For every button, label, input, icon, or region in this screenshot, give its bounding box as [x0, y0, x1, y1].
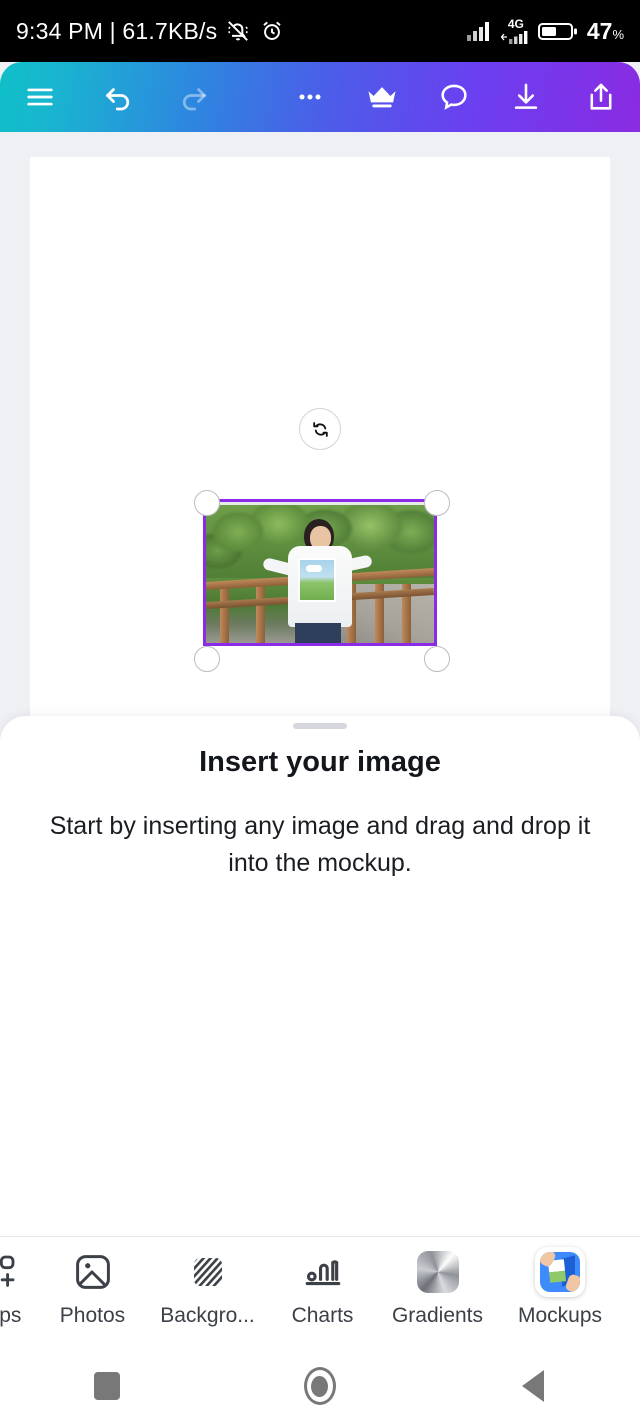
- signal-bars-icon: [466, 20, 494, 42]
- menu-button[interactable]: [0, 80, 80, 114]
- status-bar-right: 4G 47%: [466, 18, 624, 45]
- tool-tab-charts[interactable]: Charts: [265, 1249, 380, 1328]
- bottom-sheet[interactable]: Insert your image Start by inserting any…: [0, 716, 640, 1236]
- bar-chart-icon: [302, 1249, 344, 1295]
- more-options-button[interactable]: [274, 81, 346, 113]
- resize-handle-bottom-left[interactable]: [194, 646, 220, 672]
- share-button[interactable]: [562, 80, 640, 114]
- download-button[interactable]: [490, 80, 562, 114]
- canvas-area[interactable]: [0, 132, 640, 722]
- tool-tab-backgrounds[interactable]: Backgro...: [150, 1249, 265, 1328]
- app-root: 9:34 PM | 61.7KB/s 4G 47% Insert your im…: [0, 0, 640, 1422]
- battery-icon: [537, 20, 578, 42]
- tool-tab-bar: Apps Photos: [0, 1236, 640, 1350]
- network-type-label: 4G: [507, 16, 524, 31]
- background-pattern-icon: [187, 1249, 229, 1295]
- status-bar-left: 9:34 PM | 61.7KB/s: [16, 18, 285, 45]
- recents-icon: [93, 1372, 120, 1400]
- photo-icon: [72, 1249, 114, 1295]
- battery-percent: 47%: [587, 18, 624, 45]
- mockups-app-icon: [535, 1247, 585, 1297]
- tool-tab-label: Gradients: [391, 1304, 484, 1327]
- battery-percent-value: 47: [586, 17, 613, 44]
- undo-button[interactable]: [80, 79, 156, 115]
- comment-button[interactable]: [418, 80, 490, 114]
- selected-image[interactable]: [203, 499, 437, 646]
- rotate-icon: [312, 421, 328, 437]
- bell-muted-icon: [225, 18, 251, 44]
- comment-icon: [441, 84, 467, 110]
- sheet-description: Start by inserting any image and drag an…: [49, 812, 591, 877]
- tool-tab-mockups[interactable]: Mockups: [495, 1247, 625, 1328]
- tool-tab-label: Photos: [59, 1304, 126, 1327]
- photo-content: [206, 502, 434, 643]
- sheet-drag-handle[interactable]: [293, 723, 347, 729]
- app-toolbar: [0, 62, 640, 132]
- tool-tab-label: Charts: [291, 1304, 354, 1327]
- resize-handle-top-left[interactable]: [194, 490, 220, 516]
- resize-handle-top-right[interactable]: [424, 490, 450, 516]
- rotate-handle-button[interactable]: [299, 408, 341, 450]
- apps-grid-plus-icon: [0, 1249, 18, 1295]
- redo-icon: [182, 88, 206, 111]
- sheet-title: Insert your image: [199, 746, 441, 778]
- more-options-icon: [299, 94, 321, 100]
- resize-handle-bottom-right[interactable]: [424, 646, 450, 672]
- tool-tab-gradients[interactable]: Gradients: [380, 1249, 495, 1328]
- tool-tab-label: Mockups: [517, 1304, 603, 1327]
- tool-tab-label: Backgro...: [160, 1304, 255, 1327]
- menu-icon: [27, 88, 53, 106]
- network-type-indicator: 4G: [500, 16, 531, 44]
- alarm-clock-icon: [259, 18, 285, 44]
- status-time-and-network-speed: 9:34 PM | 61.7KB/s: [16, 17, 218, 44]
- undo-icon: [106, 88, 130, 111]
- back-button[interactable]: [427, 1370, 640, 1402]
- redo-button[interactable]: [156, 79, 232, 115]
- share-icon: [590, 83, 612, 110]
- android-nav-bar: [0, 1350, 640, 1422]
- download-icon: [514, 83, 538, 109]
- back-icon: [522, 1370, 545, 1402]
- home-button[interactable]: [213, 1367, 426, 1405]
- tool-tab-label: Apps: [0, 1304, 22, 1327]
- gradient-swatch-icon: [416, 1249, 459, 1295]
- premium-button[interactable]: [346, 79, 418, 115]
- tool-tab-photos[interactable]: Photos: [35, 1249, 150, 1328]
- signal-bars-secondary-icon: [500, 30, 528, 44]
- tool-tab-apps[interactable]: Apps: [0, 1249, 35, 1328]
- battery-percent-unit: %: [612, 26, 624, 42]
- recents-button[interactable]: [0, 1372, 213, 1400]
- home-icon: [303, 1367, 336, 1405]
- crown-icon: [368, 87, 396, 108]
- android-status-bar: 9:34 PM | 61.7KB/s 4G 47%: [0, 0, 640, 62]
